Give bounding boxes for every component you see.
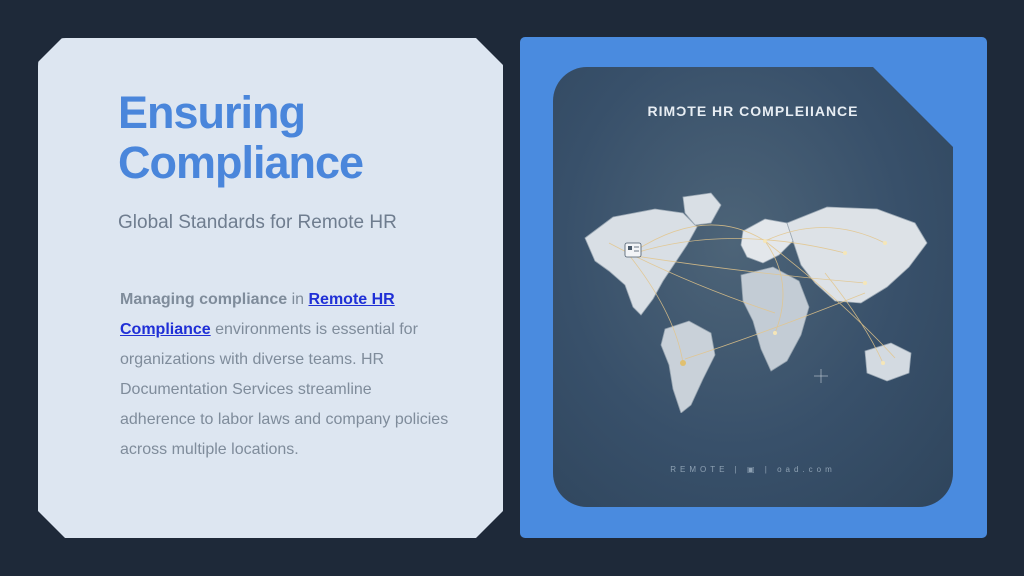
document-badge-icon xyxy=(624,242,642,258)
slide-body: Managing compliance in Remote HR Complia… xyxy=(120,285,450,465)
slide-subtitle: Global Standards for Remote HR xyxy=(118,212,397,233)
body-rest: environments is essential for organizati… xyxy=(120,321,449,458)
body-connector: in xyxy=(287,291,309,308)
world-map-illustration: RIMƆTE HR COMPLEIIANCE REMOTE | ▣ | oad.… xyxy=(553,67,953,507)
continent-north-america xyxy=(584,208,698,316)
continent-australia xyxy=(864,342,912,382)
world-map xyxy=(584,192,928,413)
map-caption: RIMƆTE HR COMPLEIIANCE xyxy=(647,103,859,119)
sparkle-icon xyxy=(814,369,828,383)
image-footer-watermark: REMOTE | ▣ | oad.com xyxy=(670,465,836,474)
continent-south-america xyxy=(660,320,716,413)
slide-title: Ensuring Compliance xyxy=(118,87,364,188)
continent-asia xyxy=(786,206,928,304)
body-bold-lead: Managing compliance xyxy=(120,291,288,308)
image-frame: RIMƆTE HR COMPLEIIANCE REMOTE | ▣ | oad.… xyxy=(520,37,987,538)
text-card: Ensuring Compliance Global Standards for… xyxy=(38,38,503,538)
